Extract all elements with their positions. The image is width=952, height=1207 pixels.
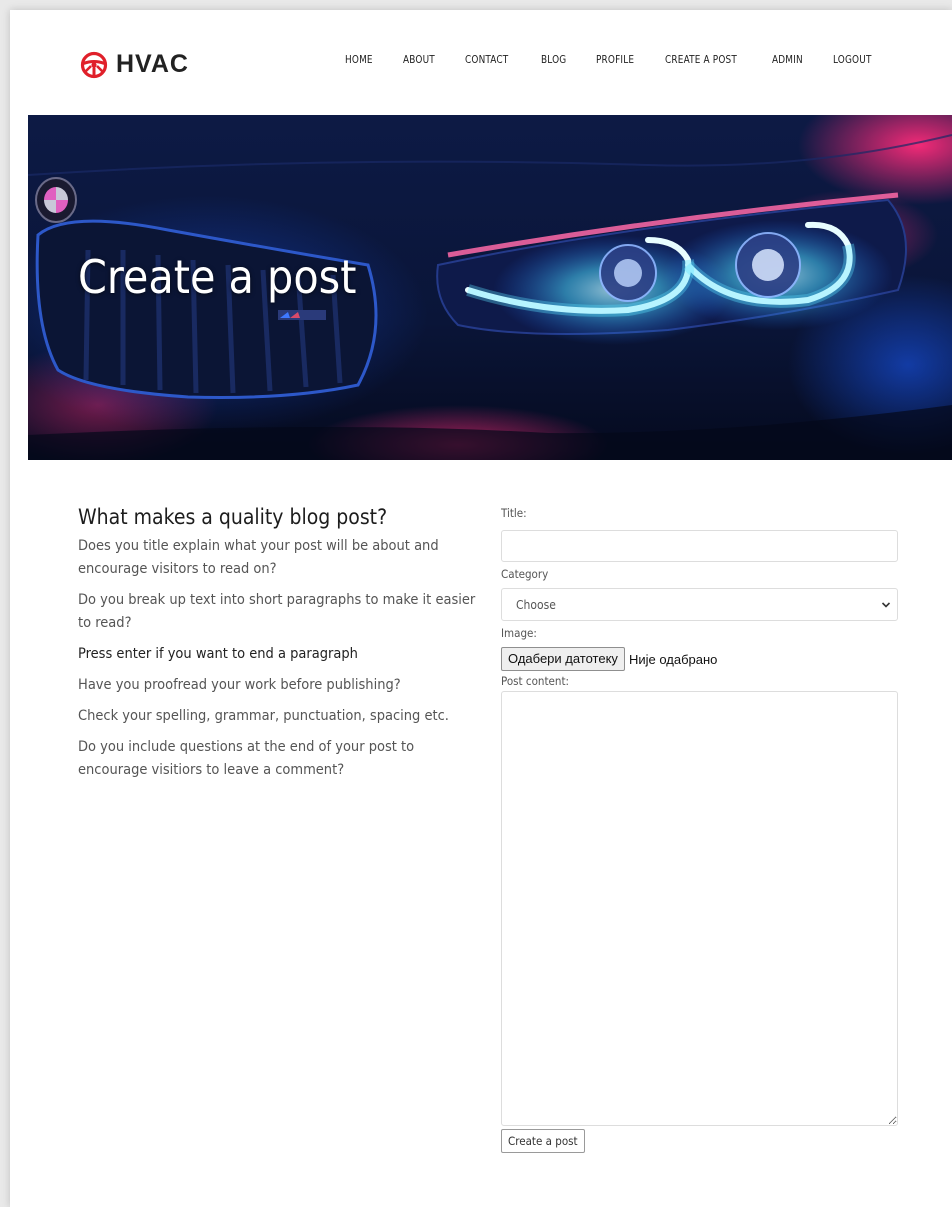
image-label: Image: xyxy=(501,626,537,640)
nav-home[interactable]: HOME xyxy=(345,53,373,66)
choose-file-button[interactable]: Одабери датотеку xyxy=(501,647,625,671)
nav-blog[interactable]: BLOG xyxy=(541,53,566,66)
blog-tips: What makes a quality blog post? Does you… xyxy=(78,505,478,790)
image-file-input: Одабери датотеку Није одабрано xyxy=(501,647,898,671)
main-nav: HOME ABOUT CONTACT BLOG PROFILE CREATE A… xyxy=(345,53,903,66)
nav-logout[interactable]: LOGOUT xyxy=(833,53,872,66)
create-post-form: Title: Category Choose Image: Одабери да… xyxy=(501,505,898,1153)
category-selected-value: Choose xyxy=(516,597,556,612)
page-title: Create a post xyxy=(78,250,357,304)
chevron-down-icon xyxy=(881,602,891,608)
nav-about[interactable]: ABOUT xyxy=(403,53,435,66)
tip-paragraph: Does you title explain what your post wi… xyxy=(78,538,439,577)
page: HVAC HOME ABOUT CONTACT BLOG PROFILE CRE… xyxy=(10,10,952,1207)
tip-paragraph: Do you include questions at the end of y… xyxy=(78,739,415,778)
site-header: HVAC HOME ABOUT CONTACT BLOG PROFILE CRE… xyxy=(10,10,952,115)
hero-banner: Create a post xyxy=(28,115,952,460)
nav-admin[interactable]: ADMIN xyxy=(772,53,803,66)
brand-name: HVAC xyxy=(116,50,189,78)
brand-logo[interactable]: HVAC xyxy=(80,50,189,79)
steering-wheel-icon xyxy=(80,51,108,78)
nav-contact[interactable]: CONTACT xyxy=(465,53,508,66)
file-status: Није одабрано xyxy=(628,651,718,667)
tip-paragraph: Have you proofread your work before publ… xyxy=(78,677,401,693)
tip-paragraph: Do you break up text into short paragrap… xyxy=(78,592,476,631)
tip-paragraph: Check your spelling, grammar, punctuatio… xyxy=(78,708,449,724)
content-label: Post content: xyxy=(501,674,569,688)
tip-paragraph-emphasis: Press enter if you want to end a paragra… xyxy=(78,646,358,662)
category-label: Category xyxy=(501,567,549,581)
title-label: Title: xyxy=(501,506,527,520)
nav-profile[interactable]: PROFILE xyxy=(596,53,634,66)
category-select[interactable]: Choose xyxy=(501,588,898,621)
post-content-textarea[interactable] xyxy=(501,691,898,1126)
nav-create-a-post[interactable]: CREATE A POST xyxy=(665,53,737,66)
title-input[interactable] xyxy=(501,530,898,562)
create-post-button[interactable]: Create a post xyxy=(501,1129,585,1153)
tips-heading: What makes a quality blog post? xyxy=(78,505,388,529)
